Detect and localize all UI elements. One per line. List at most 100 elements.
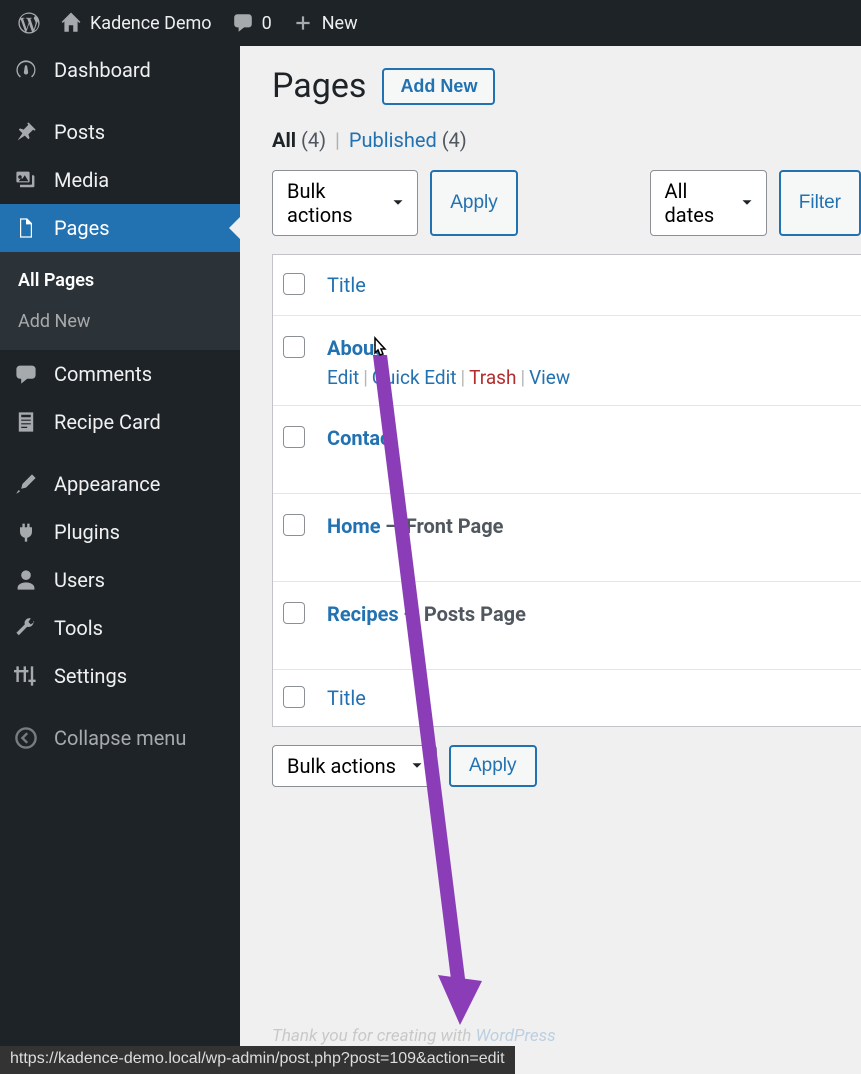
row-title[interactable]: Contact xyxy=(327,426,397,450)
menu-label: Media xyxy=(54,168,109,192)
new-link[interactable]: New xyxy=(282,0,368,46)
action-trash[interactable]: Trash xyxy=(469,366,516,389)
bulk-actions-select[interactable]: Bulk actions xyxy=(272,745,437,787)
menu-media[interactable]: Media xyxy=(0,156,240,204)
menu-separator xyxy=(0,446,240,460)
site-title: Kadence Demo xyxy=(90,13,212,34)
select-all-checkbox[interactable] xyxy=(283,273,305,295)
row-title[interactable]: Recipes xyxy=(327,602,399,626)
bulk-label: Bulk actions xyxy=(287,179,377,227)
row-checkbox[interactable] xyxy=(283,426,305,448)
list-filters: All (4) | Published (4) xyxy=(272,128,861,152)
menu-separator xyxy=(0,700,240,714)
submenu-all-pages[interactable]: All Pages xyxy=(0,260,240,301)
row-suffix: — Front Page xyxy=(381,514,504,538)
pin-icon xyxy=(14,120,38,144)
pages-table: Title About Edit|Quick Edit|Trash|View C… xyxy=(272,254,861,727)
status-url: https://kadence-demo.local/wp-admin/post… xyxy=(10,1050,505,1067)
user-icon xyxy=(14,568,38,592)
main-content: Pages Add New All (4) | Published (4) Bu… xyxy=(240,46,861,1046)
menu-label: Tools xyxy=(54,616,103,640)
table-header: Title xyxy=(273,255,861,316)
plug-icon xyxy=(14,520,38,544)
media-icon xyxy=(14,168,38,192)
menu-label: Comments xyxy=(54,362,152,386)
action-edit[interactable]: Edit xyxy=(327,366,359,389)
filter-sep: | xyxy=(331,128,344,152)
action-quick-edit[interactable]: Quick Edit xyxy=(372,366,457,389)
submenu-add-new[interactable]: Add New xyxy=(0,301,240,342)
dates-select[interactable]: All dates xyxy=(650,170,767,236)
admin-sidebar: Dashboard Posts Media Pages All Pages Ad… xyxy=(0,46,240,1046)
wp-logo[interactable] xyxy=(8,0,50,46)
spacer xyxy=(530,170,638,236)
menu-comments[interactable]: Comments xyxy=(0,350,240,398)
menu-dashboard[interactable]: Dashboard xyxy=(0,46,240,94)
filter-all-label: All xyxy=(272,128,296,152)
filter-published[interactable]: Published (4) xyxy=(349,128,467,152)
dashboard-icon xyxy=(14,58,38,82)
chevron-down-icon xyxy=(389,194,407,212)
comments-icon xyxy=(14,362,38,386)
brush-icon xyxy=(14,472,38,496)
row-suffix: — Posts Page xyxy=(399,602,526,626)
action-sep: | xyxy=(359,366,372,389)
comment-icon xyxy=(232,12,254,34)
collapse-icon xyxy=(14,726,38,750)
chevron-down-icon xyxy=(738,194,756,212)
dates-label: All dates xyxy=(665,179,726,227)
column-title[interactable]: Title xyxy=(327,686,366,710)
row-title[interactable]: About xyxy=(327,336,381,360)
action-view[interactable]: View xyxy=(529,366,570,389)
footer-link[interactable]: WordPress xyxy=(476,1026,556,1046)
recipe-icon xyxy=(14,410,38,434)
sliders-icon xyxy=(14,664,38,688)
tablenav-top: Bulk actions Apply All dates Filter xyxy=(272,170,861,236)
status-bar: https://kadence-demo.local/wp-admin/post… xyxy=(0,1046,515,1074)
action-sep: | xyxy=(516,366,529,389)
row-checkbox[interactable] xyxy=(283,514,305,536)
apply-button[interactable]: Apply xyxy=(449,745,537,787)
date-group: All dates Filter xyxy=(650,170,861,236)
collapse-menu[interactable]: Collapse menu xyxy=(0,714,240,762)
row-checkbox[interactable] xyxy=(283,336,305,358)
column-title[interactable]: Title xyxy=(327,273,366,297)
comments-link[interactable]: 0 xyxy=(222,0,282,46)
new-label: New xyxy=(322,13,358,34)
filter-button[interactable]: Filter xyxy=(779,170,861,236)
menu-separator xyxy=(0,94,240,108)
filter-published-label: Published xyxy=(349,128,437,152)
add-new-button[interactable]: Add New xyxy=(382,68,495,105)
menu-label: Pages xyxy=(54,216,110,240)
menu-users[interactable]: Users xyxy=(0,556,240,604)
menu-label: Collapse menu xyxy=(54,726,186,750)
menu-settings[interactable]: Settings xyxy=(0,652,240,700)
pages-icon xyxy=(14,216,38,240)
apply-button[interactable]: Apply xyxy=(430,170,518,236)
table-row: About Edit|Quick Edit|Trash|View xyxy=(273,316,861,406)
table-row: Contact xyxy=(273,406,861,494)
table-row: Home — Front Page xyxy=(273,494,861,582)
plus-icon xyxy=(292,12,314,34)
bulk-actions-select[interactable]: Bulk actions xyxy=(272,170,418,236)
chevron-down-icon xyxy=(408,757,426,775)
admin-bar: Kadence Demo 0 New xyxy=(0,0,861,46)
menu-recipe-card[interactable]: Recipe Card xyxy=(0,398,240,446)
menu-plugins[interactable]: Plugins xyxy=(0,508,240,556)
menu-tools[interactable]: Tools xyxy=(0,604,240,652)
row-actions: Edit|Quick Edit|Trash|View xyxy=(327,366,851,389)
home-icon xyxy=(60,12,82,34)
menu-pages[interactable]: Pages xyxy=(0,204,240,252)
row-checkbox[interactable] xyxy=(283,602,305,624)
footer-text: Thank you for creating with xyxy=(272,1026,476,1046)
select-all-checkbox[interactable] xyxy=(283,686,305,708)
bulk-group: Bulk actions Apply xyxy=(272,170,518,236)
menu-appearance[interactable]: Appearance xyxy=(0,460,240,508)
filter-all-count: (4) xyxy=(301,128,326,152)
menu-label: Appearance xyxy=(54,472,160,496)
menu-posts[interactable]: Posts xyxy=(0,108,240,156)
filter-all[interactable]: All (4) xyxy=(272,128,326,152)
wrench-icon xyxy=(14,616,38,640)
site-link[interactable]: Kadence Demo xyxy=(50,0,222,46)
row-title[interactable]: Home xyxy=(327,514,381,538)
